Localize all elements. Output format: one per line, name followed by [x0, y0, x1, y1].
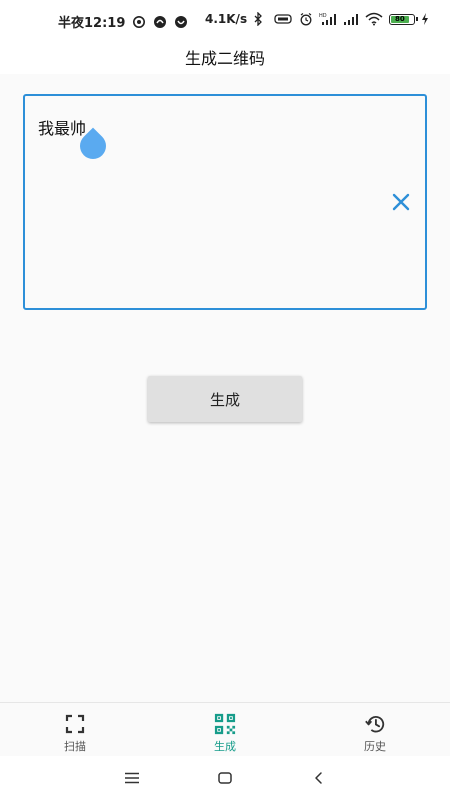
- home-icon[interactable]: [215, 768, 235, 788]
- status-left-group: 半夜12:19: [58, 12, 188, 31]
- system-navigation-bar: [0, 756, 450, 800]
- generate-button[interactable]: 生成: [148, 376, 302, 422]
- menu-icon[interactable]: [122, 768, 142, 788]
- charging-icon: [421, 12, 429, 26]
- history-icon: [364, 713, 386, 735]
- nav-item-scan[interactable]: 扫描: [0, 703, 150, 757]
- signal-icon: [343, 12, 359, 26]
- status-bar: 半夜12:19 4.1K/s HD 80: [0, 0, 450, 40]
- nav-label-generate: 生成: [214, 740, 236, 753]
- weibo-notification-icon: [132, 15, 146, 29]
- back-icon[interactable]: [309, 768, 329, 788]
- network-speed: 4.1K/s: [205, 12, 248, 26]
- close-icon[interactable]: [391, 192, 411, 212]
- nav-item-history[interactable]: 历史: [300, 703, 450, 757]
- vibrate-icon: [273, 12, 293, 26]
- app-notification-icon-2: [174, 15, 188, 29]
- nav-label-history: 历史: [364, 740, 386, 753]
- bluetooth-icon: [253, 12, 267, 26]
- nav-item-generate[interactable]: 生成: [150, 703, 300, 757]
- app-notification-icon: [153, 15, 167, 29]
- title-bar: 生成二维码: [0, 40, 450, 74]
- page-title: 生成二维码: [184, 49, 265, 68]
- screen: 半夜12:19 4.1K/s HD 80 生成二维码 我最帅 生成 扫描 生成 …: [0, 0, 450, 800]
- input-text-value[interactable]: 我最帅: [38, 115, 86, 139]
- battery-level: 80: [391, 15, 409, 23]
- battery-icon: 80: [389, 13, 419, 25]
- scan-icon: [64, 713, 86, 735]
- signal-hd-icon: HD: [319, 12, 337, 26]
- qr-text-input[interactable]: 我最帅: [23, 94, 427, 310]
- alarm-icon: [299, 12, 313, 26]
- status-time: 半夜12:19: [58, 16, 126, 31]
- nav-label-scan: 扫描: [64, 740, 86, 753]
- qr-code-icon: [214, 713, 236, 735]
- wifi-icon: [365, 12, 383, 26]
- svg-text:HD: HD: [319, 13, 327, 19]
- bottom-navigation: 扫描 生成 历史: [0, 702, 450, 757]
- status-right-group: 4.1K/s HD 80: [205, 12, 429, 26]
